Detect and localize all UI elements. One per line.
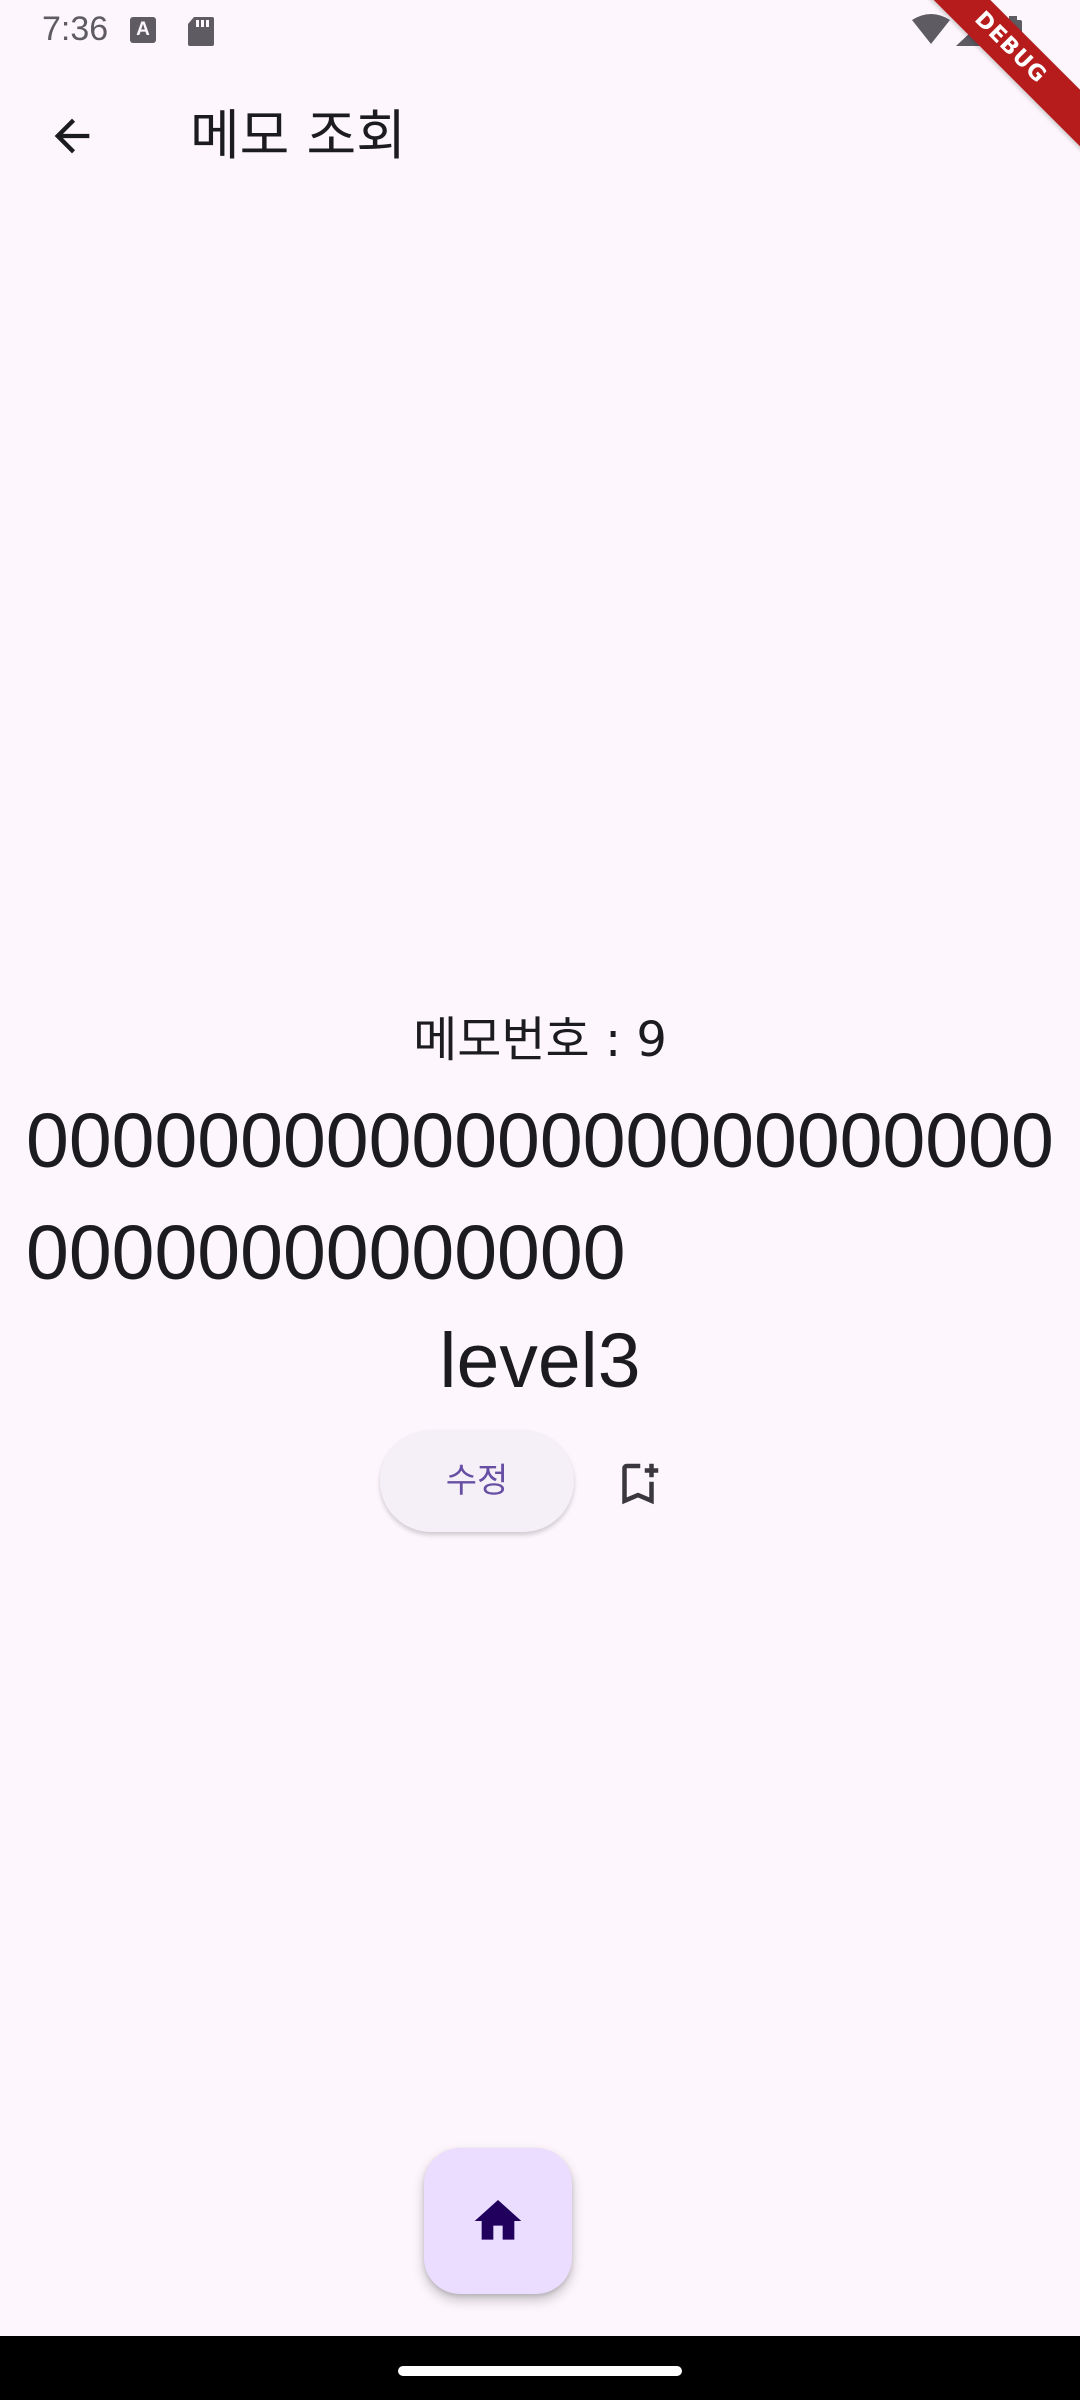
home-icon bbox=[474, 2200, 522, 2240]
back-button[interactable] bbox=[36, 104, 108, 168]
arrow-back-icon bbox=[54, 118, 90, 154]
page-title: 메모 조회 bbox=[190, 104, 406, 167]
home-gesture-handle[interactable] bbox=[398, 2366, 682, 2376]
status-bar: 7:36 A bbox=[0, 0, 1080, 64]
bookmark-add-icon bbox=[622, 1463, 659, 1505]
wifi-icon bbox=[912, 14, 950, 44]
sd-card-icon bbox=[186, 15, 216, 47]
text-a-icon: A bbox=[130, 17, 156, 43]
memo-content: 00000000000000000000000000000000000000 bbox=[26, 1098, 1054, 1296]
memo-level: level3 bbox=[439, 1318, 641, 1404]
system-nav-bar bbox=[0, 2336, 1080, 2400]
memo-number-label: 메모번호 : 9 bbox=[413, 1012, 667, 1068]
edit-button[interactable]: 수정 bbox=[380, 1430, 574, 1532]
bookmark-add-button[interactable] bbox=[604, 1450, 672, 1518]
home-fab-button[interactable] bbox=[424, 2148, 572, 2294]
app-bar: 메모 조회 bbox=[0, 80, 1080, 192]
status-time: 7:36 bbox=[42, 10, 109, 48]
